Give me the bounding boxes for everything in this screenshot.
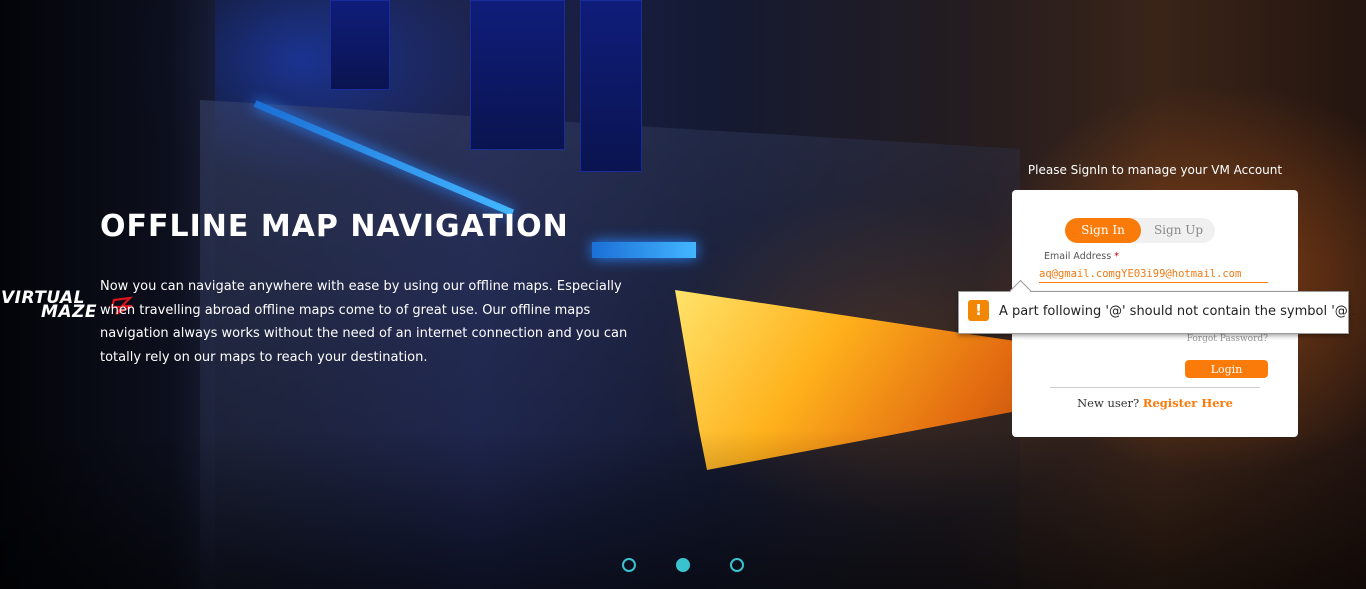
carousel-dot-2[interactable] [676, 558, 690, 572]
email-label-text: Email Address [1044, 251, 1112, 262]
required-marker: * [1114, 251, 1119, 262]
warning-icon: ! [968, 300, 989, 321]
divider [1050, 387, 1260, 388]
signin-prompt: Please SignIn to manage your VM Account [1027, 163, 1283, 177]
maze-block [580, 0, 642, 172]
register-link[interactable]: Register Here [1143, 396, 1233, 410]
logo-line-2: MAZE [41, 302, 98, 322]
carousel-dot-1[interactable] [622, 558, 636, 572]
new-user-row: New user? Register Here [1012, 396, 1298, 410]
tab-sign-up[interactable]: Sign Up [1142, 218, 1215, 243]
neon-strip [592, 242, 696, 258]
carousel-indicators [620, 558, 750, 574]
email-label: Email Address * [1044, 251, 1119, 262]
hero-description: Now you can navigate anywhere with ease … [100, 279, 628, 365]
signin-signup-toggle: Sign In Sign Up [1065, 218, 1215, 243]
hero-title: OFFLINE MAP NAVIGATION [100, 209, 569, 244]
login-button[interactable]: Login [1185, 360, 1268, 378]
maze-block [470, 0, 565, 150]
new-user-text: New user? [1077, 396, 1140, 410]
email-field[interactable] [1039, 265, 1268, 283]
forgot-password-link[interactable]: Forgot Password? [1187, 334, 1268, 344]
validation-tooltip: ! A part following '@' should not contai… [958, 291, 1356, 334]
validation-message: A part following '@' should not contain … [999, 304, 1356, 319]
tab-sign-in[interactable]: Sign In [1065, 218, 1141, 243]
carousel-dot-3[interactable] [730, 558, 744, 572]
maze-block [330, 0, 390, 90]
